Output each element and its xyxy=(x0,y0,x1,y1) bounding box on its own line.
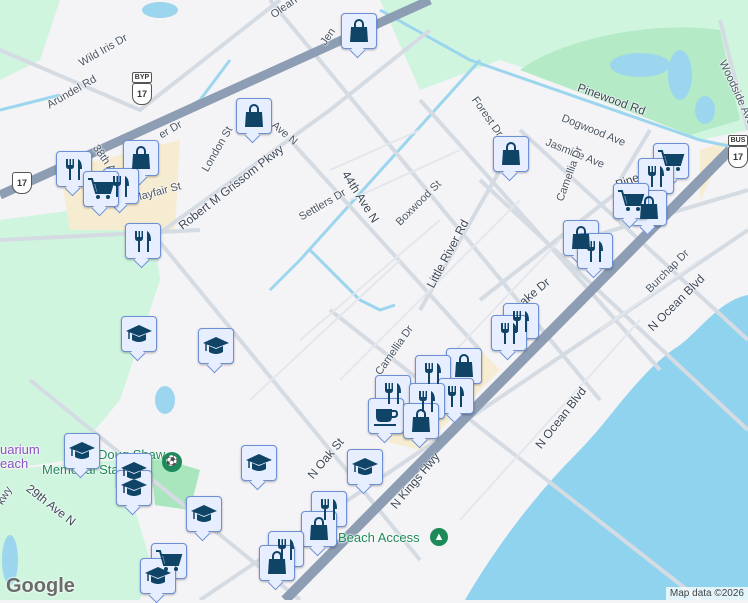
map-marker-shopping[interactable] xyxy=(341,13,377,49)
school-icon xyxy=(68,440,96,462)
school-icon xyxy=(190,503,218,525)
aquarium-label[interactable]: each xyxy=(0,456,28,471)
business-tag: BUS xyxy=(728,135,748,146)
restaurant-icon xyxy=(584,239,606,263)
map-marker-shopping[interactable] xyxy=(236,98,272,134)
school-icon xyxy=(125,323,153,345)
aquarium-label[interactable]: uarium xyxy=(0,442,40,457)
map-marker-school[interactable] xyxy=(186,496,222,532)
shopping-cart-icon xyxy=(617,189,645,213)
map-marker-shopping[interactable] xyxy=(493,136,529,172)
map-marker-school[interactable] xyxy=(121,316,157,352)
map-marker-school[interactable] xyxy=(64,433,100,469)
shopping-bag-icon xyxy=(453,354,475,378)
shield-number: 17 xyxy=(136,89,147,99)
shield-number: 17 xyxy=(732,152,743,162)
us17-shield: 17 xyxy=(12,172,32,194)
map-marker-school[interactable] xyxy=(347,449,383,485)
school-icon xyxy=(120,477,148,499)
stadium-icon[interactable]: ⚽ xyxy=(162,452,182,472)
map-canvas[interactable] xyxy=(0,0,748,600)
shopping-bag-icon xyxy=(500,142,522,166)
restaurant-icon xyxy=(422,361,444,385)
map-marker-school[interactable] xyxy=(198,328,234,364)
shopping-bag-icon xyxy=(243,104,265,128)
shopping-cart-icon xyxy=(87,177,115,201)
restaurant-icon xyxy=(132,229,154,253)
us17-business-shield: 17 xyxy=(728,146,748,168)
school-icon xyxy=(245,452,273,474)
restaurant-icon xyxy=(382,381,404,405)
restaurant-icon xyxy=(645,164,667,188)
restaurant-icon xyxy=(498,321,520,345)
shopping-bag-icon xyxy=(410,409,432,433)
shield-number: 17 xyxy=(16,178,27,188)
shopping-bag-icon xyxy=(348,19,370,43)
shopping-bag-icon xyxy=(130,146,152,170)
school-icon xyxy=(351,456,379,478)
map-attribution[interactable]: Map data ©2026 xyxy=(665,587,748,600)
park-icon[interactable]: ▲ xyxy=(430,528,448,546)
us17-bypass-shield: 17 xyxy=(132,83,152,105)
shopping-bag-icon xyxy=(308,517,330,541)
beach-access-label[interactable]: Beach Access xyxy=(338,530,420,545)
map-marker-restaurant[interactable] xyxy=(125,223,161,259)
map-marker-school[interactable] xyxy=(241,445,277,481)
shopping-bag-icon xyxy=(266,551,288,575)
school-icon xyxy=(202,335,230,357)
school-icon xyxy=(144,565,172,587)
restaurant-icon xyxy=(445,384,467,408)
map-marker-cart[interactable] xyxy=(83,171,119,207)
restaurant-icon xyxy=(63,157,85,181)
bypass-tag: BYP xyxy=(132,72,152,83)
google-logo: Google xyxy=(6,575,75,597)
coffee-icon xyxy=(373,405,399,427)
